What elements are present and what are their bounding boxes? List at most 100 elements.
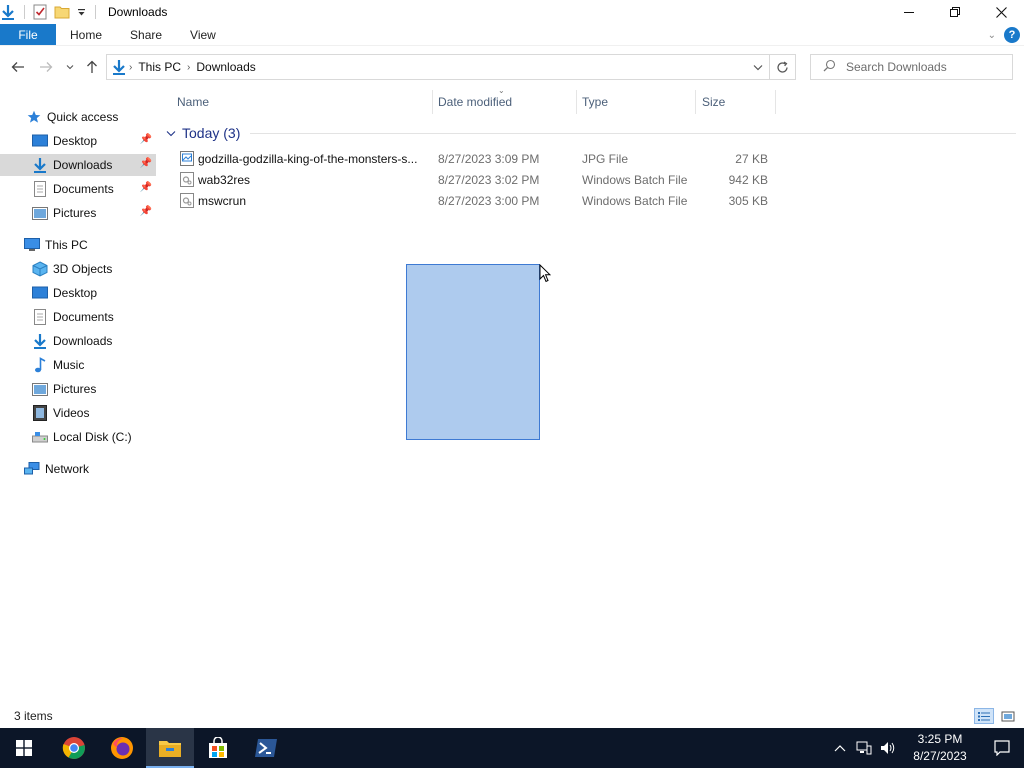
file-date: 8/27/2023 3:09 PM [438, 151, 540, 166]
music-icon [32, 357, 48, 373]
column-header-size[interactable]: Size [702, 90, 775, 114]
sidebar-item-quick-access[interactable]: Quick access [0, 106, 156, 128]
details-view-icon[interactable] [974, 708, 994, 724]
expand-ribbon-chevron-icon[interactable]: ⌄ [988, 30, 996, 41]
customize-toolbar-dropdown-icon[interactable] [75, 3, 87, 21]
taskbar: 3:25 PM 8/27/2023 [0, 728, 1024, 768]
recent-locations-chevron-icon[interactable] [60, 55, 80, 79]
back-button[interactable] [6, 55, 30, 79]
tab-share[interactable]: Share [116, 24, 176, 45]
sidebar-item-videos[interactable]: Videos [0, 402, 156, 424]
properties-icon[interactable] [31, 3, 49, 21]
sidebar-item-network[interactable]: Network [0, 458, 156, 480]
store-icon[interactable] [194, 728, 242, 768]
sidebar-item-label: Network [45, 462, 90, 476]
sidebar-item-local-disk[interactable]: Local Disk (C:) [0, 426, 156, 448]
file-type: JPG File [582, 151, 629, 166]
star-icon [26, 109, 42, 125]
volume-icon[interactable] [876, 728, 900, 768]
tab-file[interactable]: File [0, 24, 56, 45]
close-button[interactable] [978, 0, 1024, 24]
file-name: mswcrun [198, 193, 247, 208]
cube-icon [32, 261, 48, 277]
drag-selection-rectangle [406, 264, 540, 440]
chrome-icon[interactable] [50, 728, 98, 768]
group-header-today[interactable]: Today (3) [166, 124, 240, 142]
pin-icon[interactable]: 📌 [140, 182, 152, 193]
large-icons-view-icon[interactable] [998, 708, 1018, 724]
sidebar-item-downloads[interactable]: Downloads [0, 330, 156, 352]
help-icon[interactable]: ? [1004, 27, 1020, 43]
sidebar-item-desktop-pinned[interactable]: Desktop 📌 [0, 130, 156, 152]
tab-home[interactable]: Home [56, 24, 116, 45]
network-status-icon[interactable] [852, 728, 876, 768]
sidebar-item-music[interactable]: Music [0, 354, 156, 376]
file-explorer-icon[interactable] [146, 728, 194, 768]
group-label: Today (3) [182, 125, 241, 141]
column-divider[interactable] [576, 90, 577, 114]
breadcrumb-downloads[interactable]: Downloads [190, 60, 261, 74]
search-box[interactable] [810, 54, 1013, 80]
tab-view[interactable]: View [176, 24, 230, 45]
download-location-icon [111, 59, 127, 75]
download-folder-icon[interactable] [0, 3, 16, 21]
sidebar-item-downloads-pinned[interactable]: Downloads 📌 [0, 154, 156, 176]
documents-icon [32, 181, 48, 197]
action-center-icon[interactable] [980, 728, 1024, 768]
sidebar-item-documents[interactable]: Documents [0, 306, 156, 328]
pin-icon[interactable]: 📌 [140, 158, 152, 169]
sidebar-item-label: Music [53, 358, 85, 372]
breadcrumb-this-pc[interactable]: This PC [132, 60, 187, 74]
search-input[interactable] [846, 60, 996, 74]
pin-icon[interactable]: 📌 [140, 134, 152, 145]
column-divider[interactable] [775, 90, 776, 114]
sidebar-item-desktop[interactable]: Desktop [0, 282, 156, 304]
quick-access-toolbar [0, 0, 102, 24]
sidebar-item-pictures-pinned[interactable]: Pictures 📌 [0, 202, 156, 224]
collapse-group-chevron-icon[interactable] [166, 130, 176, 137]
powershell-icon[interactable] [242, 728, 290, 768]
status-bar: 3 items [0, 704, 1024, 728]
sidebar-item-label: This PC [45, 238, 88, 252]
address-bar[interactable]: › This PC › Downloads [106, 54, 770, 80]
minimize-button[interactable] [886, 0, 932, 24]
window-controls [886, 0, 1024, 24]
file-date: 8/27/2023 3:00 PM [438, 193, 540, 208]
sidebar-item-label: Documents [53, 182, 114, 196]
firefox-icon[interactable] [98, 728, 146, 768]
address-history-dropdown-icon[interactable] [753, 60, 763, 74]
file-name: godzilla-godzilla-king-of-the-monsters-s… [198, 151, 418, 166]
file-date: 8/27/2023 3:02 PM [438, 172, 540, 187]
sidebar-item-pictures[interactable]: Pictures [0, 378, 156, 400]
refresh-button[interactable] [770, 54, 796, 80]
file-row[interactable]: wab32res 8/27/2023 3:02 PM Windows Batch… [170, 169, 780, 190]
column-divider[interactable] [432, 90, 433, 114]
ribbon-right-controls: ⌄ ? [988, 24, 1020, 46]
videos-icon [32, 405, 48, 421]
pin-icon[interactable]: 📌 [140, 206, 152, 217]
window-title: Downloads [108, 5, 168, 19]
file-row[interactable]: godzilla-godzilla-king-of-the-monsters-s… [170, 148, 780, 169]
network-icon [24, 461, 40, 477]
title-bar: Downloads [0, 0, 1024, 24]
sidebar-item-3d-objects[interactable]: 3D Objects [0, 258, 156, 280]
sidebar-item-label: Downloads [53, 334, 113, 348]
new-folder-icon[interactable] [53, 3, 71, 21]
start-icon[interactable] [0, 728, 48, 768]
sidebar-item-this-pc[interactable]: This PC [0, 234, 156, 256]
forward-button[interactable] [34, 55, 58, 79]
sidebar-item-documents-pinned[interactable]: Documents 📌 [0, 178, 156, 200]
column-header-date-modified[interactable]: Date modified [438, 90, 576, 114]
column-divider[interactable] [695, 90, 696, 114]
sidebar-item-label: Quick access [47, 110, 119, 124]
up-button[interactable] [80, 55, 104, 79]
restore-button[interactable] [932, 0, 978, 24]
show-hidden-icons-chevron-icon[interactable] [828, 728, 852, 768]
batch-file-icon [180, 193, 194, 208]
column-header-type[interactable]: Type [582, 90, 695, 114]
toolbar-divider [24, 5, 25, 19]
file-row[interactable]: mswcrun 8/27/2023 3:00 PM Windows Batch … [170, 190, 780, 211]
column-header-name[interactable]: Name [177, 90, 432, 114]
taskbar-clock[interactable]: 3:25 PM 8/27/2023 [900, 731, 980, 765]
sidebar-item-label: 3D Objects [53, 262, 113, 276]
